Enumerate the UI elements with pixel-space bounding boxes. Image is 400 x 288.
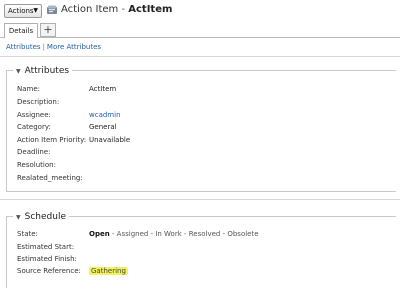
state-label: State: [17,230,38,238]
link-separator: | [42,43,45,51]
collapse-chevron-icon[interactable]: ▼ [16,68,21,75]
actions-menu-button[interactable]: Actions ▼ [4,4,42,18]
attribute-label: Action Item Priority: [17,136,87,144]
attribute-label: Assignee: [17,111,51,119]
state-remaining: - Assigned - In Work - Resolved - Obsole… [109,230,259,238]
actions-label: Actions [8,7,34,15]
attribute-links: Attributes | More Attributes [6,43,101,51]
top-bar: Actions ▼ Action Item - ActItem [0,0,400,22]
add-tab-button[interactable]: + [40,23,56,37]
attributes-panel: ▼ Attributes Name: ActItem Description: A… [6,65,396,192]
collapse-chevron-icon[interactable]: ▼ [16,214,21,221]
divider [0,56,400,57]
highlighted-source-reference: Gathering [89,267,128,275]
attributes-panel-title: Attributes [24,66,70,76]
schedule-label: Estimated Start: [17,243,75,251]
attribute-label: Category: [17,123,51,131]
tab-bar: Details + [0,22,400,38]
schedule-panel-title: Schedule [24,212,66,222]
attribute-value: General [89,123,117,131]
attribute-label: Name: [17,85,41,93]
schedule-panel: ▼ Schedule State: Open - Assigned - In Wo… [6,211,396,288]
schedule-panel-header[interactable]: ▼ Schedule [13,211,69,224]
attribute-value: ActItem [89,85,117,93]
object-name: ActItem [128,4,173,15]
tab-details[interactable]: Details [4,23,38,38]
attribute-label: Deadline: [17,148,51,156]
schedule-label: Source Reference: [17,267,81,275]
source-reference-value: Gathering [89,267,128,276]
attributes-link[interactable]: Attributes [6,43,41,51]
more-attributes-link[interactable]: More Attributes [47,43,101,51]
object-type: Action Item [61,4,119,15]
divider [0,199,400,200]
attributes-panel-header[interactable]: ▼ Attributes [13,65,73,78]
action-item-icon [47,5,57,14]
page-title: Action Item - ActItem [61,4,172,16]
schedule-label: Estimated Finish: [17,255,77,263]
attribute-label: Resolution: [17,161,56,169]
state-current: Open [89,230,110,238]
attribute-label: Description: [17,98,60,106]
title-separator: - [121,4,126,15]
attribute-value: Unavailable [89,136,131,144]
attribute-label: Realated_meeting: [17,174,83,182]
assignee-link[interactable]: wcadmin [89,111,121,120]
chevron-down-icon: ▼ [33,7,38,14]
state-lifecycle: Open - Assigned - In Work - Resolved - O… [89,230,259,239]
